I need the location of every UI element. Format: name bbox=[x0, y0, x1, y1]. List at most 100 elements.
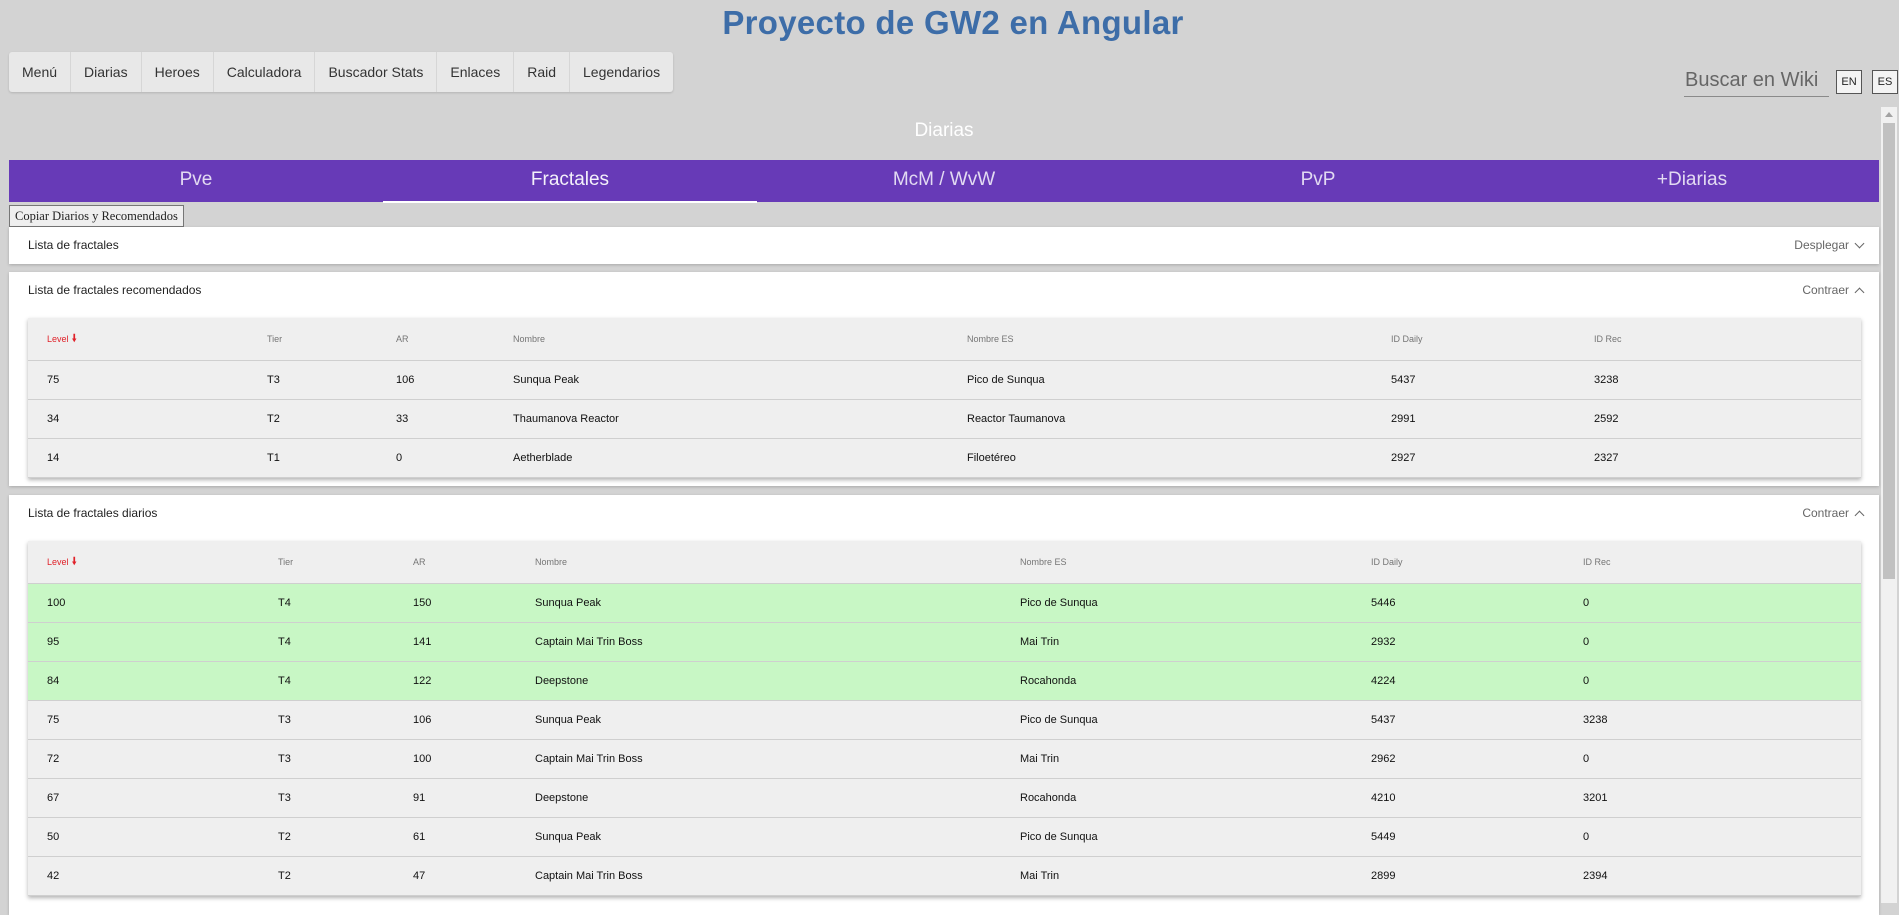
scrollbar[interactable] bbox=[1881, 107, 1897, 903]
nav-item-legendarios[interactable]: Legendarios bbox=[570, 52, 673, 92]
nav-item-buscador-stats[interactable]: Buscador Stats bbox=[315, 52, 438, 92]
cell-id-daily: 5437 bbox=[1352, 700, 1564, 740]
nav-item-heroes[interactable]: Heroes bbox=[142, 52, 214, 92]
wiki-search-input[interactable] bbox=[1684, 64, 1829, 97]
cell-tier: T3 bbox=[259, 739, 394, 779]
cell-nombre-es: Mai Trin bbox=[1001, 856, 1352, 896]
column-header-id-daily[interactable]: ID Daily bbox=[1372, 318, 1575, 361]
cell-id-daily: 2962 bbox=[1352, 739, 1564, 779]
column-header-id-daily[interactable]: ID Daily bbox=[1352, 541, 1564, 584]
collapse-toggle[interactable]: Contraer bbox=[1802, 495, 1849, 532]
expand-toggle[interactable]: Desplegar bbox=[1794, 227, 1849, 264]
nav-item-menu[interactable]: Menú bbox=[9, 52, 72, 92]
tab-bar: Pve Fractales McM / WvW PvP +Diarias bbox=[9, 160, 1879, 203]
cell-tier: T2 bbox=[259, 817, 394, 857]
arrow-down-icon: 🠛 bbox=[71, 332, 78, 345]
cell-nombre: Thaumanova Reactor bbox=[494, 399, 948, 439]
cell-id-daily: 5449 bbox=[1352, 817, 1564, 857]
daily-table-card: Level 🠛 Tier AR Nombre Nombre ES ID Daily… bbox=[28, 541, 1861, 896]
cell-id-rec: 2327 bbox=[1575, 438, 1861, 478]
cell-id-daily: 2932 bbox=[1352, 622, 1564, 662]
cell-level: 34 bbox=[28, 399, 248, 439]
cell-nombre: Aetherblade bbox=[494, 438, 948, 478]
table-row: 72 T3 100 Captain Mai Trin Boss Mai Trin 2962… bbox=[28, 739, 1861, 779]
scrollbar-thumb[interactable] bbox=[1883, 123, 1895, 579]
daily-table: Level 🠛 Tier AR Nombre Nombre ES ID Daily… bbox=[28, 541, 1861, 896]
column-header-nombre[interactable]: Nombre bbox=[516, 541, 1001, 584]
panel-header-daily[interactable]: Lista de fractales diarios Contraer bbox=[9, 495, 1879, 532]
column-header-ar[interactable]: AR bbox=[394, 541, 516, 584]
nav-item-raid[interactable]: Raid bbox=[514, 52, 571, 92]
recommended-table: Level 🠛 Tier AR Nombre Nombre ES ID Daily… bbox=[28, 318, 1861, 478]
cell-tier: T3 bbox=[259, 778, 394, 818]
lang-es-button[interactable]: ES bbox=[1872, 70, 1898, 94]
tab-pve[interactable]: Pve bbox=[9, 160, 383, 202]
arrow-down-icon: 🠛 bbox=[71, 555, 78, 568]
cell-tier: T4 bbox=[259, 583, 394, 623]
lang-en-button[interactable]: EN bbox=[1836, 70, 1862, 94]
cell-id-daily: 4210 bbox=[1352, 778, 1564, 818]
table-row: 75 T3 106 Sunqua Peak Pico de Sunqua 5437 3238 bbox=[28, 360, 1861, 400]
table-row: 95 T4 141 Captain Mai Trin Boss Mai Trin 2932… bbox=[28, 622, 1861, 662]
column-header-nombre[interactable]: Nombre bbox=[494, 318, 948, 361]
cell-tier: T4 bbox=[259, 661, 394, 701]
panel-fractal-list: Lista de fractales Desplegar bbox=[9, 227, 1879, 264]
panel-header-recommended[interactable]: Lista de fractales recomendados Contraer bbox=[9, 272, 1879, 309]
cell-nombre-es: Filoetéreo bbox=[948, 438, 1372, 478]
column-header-ar[interactable]: AR bbox=[377, 318, 494, 361]
cell-id-rec: 0 bbox=[1564, 817, 1861, 857]
cell-id-rec: 2592 bbox=[1575, 399, 1861, 439]
tab-pvp[interactable]: PvP bbox=[1131, 160, 1505, 202]
cell-nombre: Sunqua Peak bbox=[516, 583, 1001, 623]
cell-level: 75 bbox=[28, 360, 248, 400]
tab-fractales[interactable]: Fractales bbox=[383, 160, 757, 203]
column-header-tier[interactable]: Tier bbox=[259, 541, 394, 584]
section-title: Diarias bbox=[914, 120, 974, 141]
cell-nombre-es: Reactor Taumanova bbox=[948, 399, 1372, 439]
tab-mas-diarias[interactable]: +Diarias bbox=[1505, 160, 1879, 202]
cell-ar: 0 bbox=[377, 438, 494, 478]
cell-tier: T2 bbox=[259, 856, 394, 896]
cell-level: 42 bbox=[28, 856, 259, 896]
cell-ar: 106 bbox=[377, 360, 494, 400]
nav-item-enlaces[interactable]: Enlaces bbox=[437, 52, 515, 92]
cell-ar: 91 bbox=[394, 778, 516, 818]
table-row: 67 T3 91 Deepstone Rocahonda 4210 3201 bbox=[28, 778, 1861, 818]
column-header-id-rec[interactable]: ID Rec bbox=[1564, 541, 1861, 584]
column-header-nombre-es[interactable]: Nombre ES bbox=[948, 318, 1372, 361]
column-header-id-rec[interactable]: ID Rec bbox=[1575, 318, 1861, 361]
table-row: 84 T4 122 Deepstone Rocahonda 4224 0 bbox=[28, 661, 1861, 701]
panel-header-fractal-list[interactable]: Lista de fractales Desplegar bbox=[9, 227, 1879, 264]
panel-title: Lista de fractales diarios bbox=[28, 506, 158, 520]
column-header-level[interactable]: Level 🠛 bbox=[28, 541, 259, 584]
cell-nombre-es: Rocahonda bbox=[1001, 778, 1352, 818]
cell-level: 67 bbox=[28, 778, 259, 818]
cell-ar: 122 bbox=[394, 661, 516, 701]
cell-id-daily: 5446 bbox=[1352, 583, 1564, 623]
cell-nombre-es: Pico de Sunqua bbox=[948, 360, 1372, 400]
tab-mcm-wvw[interactable]: McM / WvW bbox=[757, 160, 1131, 202]
cell-id-rec: 3238 bbox=[1564, 700, 1861, 740]
copy-dailies-button[interactable]: Copiar Diarios y Recomendados bbox=[9, 205, 184, 227]
column-header-tier[interactable]: Tier bbox=[248, 318, 377, 361]
cell-id-rec: 0 bbox=[1564, 739, 1861, 779]
cell-nombre: Deepstone bbox=[516, 778, 1001, 818]
cell-nombre: Sunqua Peak bbox=[494, 360, 948, 400]
main-nav: Menú Diarias Heroes Calculadora Buscador… bbox=[9, 52, 674, 92]
cell-nombre: Captain Mai Trin Boss bbox=[516, 622, 1001, 662]
cell-tier: T4 bbox=[259, 622, 394, 662]
column-header-nombre-es[interactable]: Nombre ES bbox=[1001, 541, 1352, 584]
table-header-row: Level 🠛 Tier AR Nombre Nombre ES ID Daily… bbox=[28, 541, 1861, 584]
cell-nombre: Captain Mai Trin Boss bbox=[516, 856, 1001, 896]
cell-nombre-es: Pico de Sunqua bbox=[1001, 700, 1352, 740]
cell-ar: 100 bbox=[394, 739, 516, 779]
column-header-level[interactable]: Level 🠛 bbox=[28, 318, 248, 361]
cell-level: 72 bbox=[28, 739, 259, 779]
nav-item-calculadora[interactable]: Calculadora bbox=[214, 52, 316, 92]
cell-nombre: Sunqua Peak bbox=[516, 700, 1001, 740]
nav-item-diarias[interactable]: Diarias bbox=[71, 52, 142, 92]
collapse-toggle[interactable]: Contraer bbox=[1802, 272, 1849, 309]
cell-nombre-es: Mai Trin bbox=[1001, 739, 1352, 779]
cell-level: 95 bbox=[28, 622, 259, 662]
scroll-up-icon[interactable] bbox=[1885, 112, 1893, 117]
